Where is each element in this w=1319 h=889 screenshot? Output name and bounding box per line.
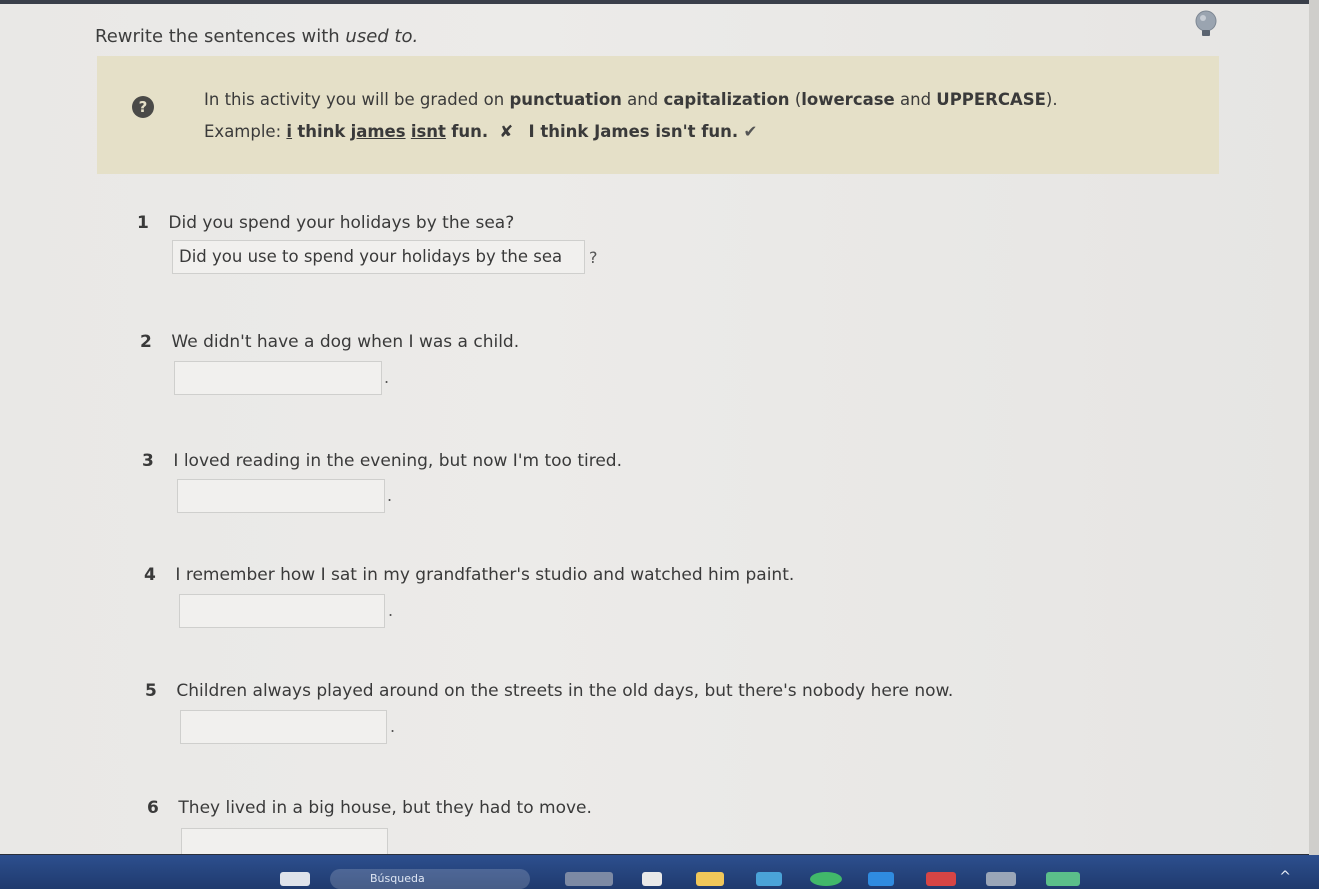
question-number: 6	[147, 798, 159, 818]
taskbar-search[interactable]: Búsqueda	[330, 869, 530, 889]
file-explorer-icon[interactable]	[642, 872, 662, 886]
settings-icon[interactable]	[986, 872, 1016, 886]
widget-icon[interactable]	[565, 872, 613, 886]
question-6: 6 They lived in a big house, but they ha…	[147, 798, 592, 818]
answer-ending: .	[387, 486, 393, 505]
answer-input-4[interactable]	[179, 594, 385, 628]
task-view-icon[interactable]	[280, 872, 310, 886]
outlook-icon[interactable]	[868, 872, 894, 886]
question-circle-icon[interactable]: ?	[132, 96, 154, 118]
answer-ending: .	[384, 368, 390, 387]
notice-line: In this activity you will be graded on p…	[204, 90, 1058, 109]
activity-page: Rewrite the sentences with used to. ? In…	[0, 4, 1309, 854]
notice-lowercase: lowercase	[801, 90, 895, 109]
answer-value: Did you use to spend your holidays by th…	[179, 247, 563, 266]
question-number: 3	[142, 451, 154, 471]
media-icon[interactable]	[926, 872, 956, 886]
grading-notice: ? In this activity you will be graded on…	[97, 56, 1219, 174]
taskbar: Búsqueda ^	[0, 855, 1319, 889]
question-2: 2 We didn't have a dog when I was a chil…	[140, 332, 519, 352]
chrome-icon[interactable]	[810, 872, 842, 886]
cross-icon: ✘	[499, 122, 514, 141]
checkmark-icon: ✔	[743, 122, 758, 141]
answer-ending: .	[390, 717, 396, 736]
question-text: Children always played around on the str…	[176, 681, 954, 701]
notice-capitalization: capitalization	[663, 90, 790, 109]
instruction-prefix: Rewrite the sentences with	[95, 26, 340, 47]
notice-text: In this activity you will be graded on	[204, 90, 505, 109]
question-text: We didn't have a dog when I was a child.	[171, 332, 520, 352]
notice-text: and	[900, 90, 932, 109]
notice-punctuation: punctuation	[509, 90, 622, 109]
answer-input-6[interactable]	[181, 828, 388, 854]
example-wrong-word: isnt	[410, 122, 446, 141]
chevron-up-icon[interactable]: ^	[1279, 869, 1291, 885]
search-placeholder: Búsqueda	[370, 872, 425, 885]
question-1: 1 Did you spend your holidays by the sea…	[137, 213, 514, 233]
scrollbar-track[interactable]	[1309, 0, 1319, 855]
answer-input-5[interactable]	[180, 710, 387, 744]
answer-ending: .	[388, 601, 394, 620]
notice-uppercase: UPPERCASE	[936, 90, 1046, 109]
question-3: 3 I loved reading in the evening, but no…	[142, 451, 622, 471]
question-number: 1	[137, 213, 149, 233]
example-correct: I think James isn't fun.	[528, 122, 739, 141]
question-text: I remember how I sat in my grandfather's…	[175, 565, 795, 585]
question-number: 2	[140, 332, 152, 352]
folder-icon[interactable]	[696, 872, 724, 886]
example-wrong-word: james	[350, 122, 406, 141]
app-icon[interactable]	[1046, 872, 1080, 886]
answer-input-3[interactable]	[177, 479, 385, 513]
instruction-text: Rewrite the sentences with used to.	[95, 26, 418, 47]
question-4: 4 I remember how I sat in my grandfather…	[144, 565, 794, 585]
answer-ending: ?	[589, 248, 598, 267]
question-text: Did you spend your holidays by the sea?	[168, 213, 515, 233]
example-wrong-word: fun.	[451, 122, 489, 141]
answer-input-2[interactable]	[174, 361, 382, 395]
question-5: 5 Children always played around on the s…	[145, 681, 953, 701]
question-text: They lived in a big house, but they had …	[178, 798, 592, 818]
question-number: 5	[145, 681, 157, 701]
lightbulb-hint-icon[interactable]	[1193, 10, 1219, 40]
notice-text: and	[627, 90, 659, 109]
notice-example: Example: i think james isnt fun. ✘ I thi…	[204, 122, 757, 141]
notice-text: ).	[1045, 90, 1058, 109]
example-wrong-word: i	[286, 122, 293, 141]
example-label: Example:	[204, 122, 282, 141]
answer-input-1[interactable]: Did you use to spend your holidays by th…	[172, 240, 585, 274]
question-text: I loved reading in the evening, but now …	[173, 451, 622, 471]
instruction-emphasis: used to.	[345, 26, 419, 47]
question-number: 4	[144, 565, 156, 585]
store-icon[interactable]	[756, 872, 782, 886]
example-wrong-word: think	[297, 122, 346, 141]
